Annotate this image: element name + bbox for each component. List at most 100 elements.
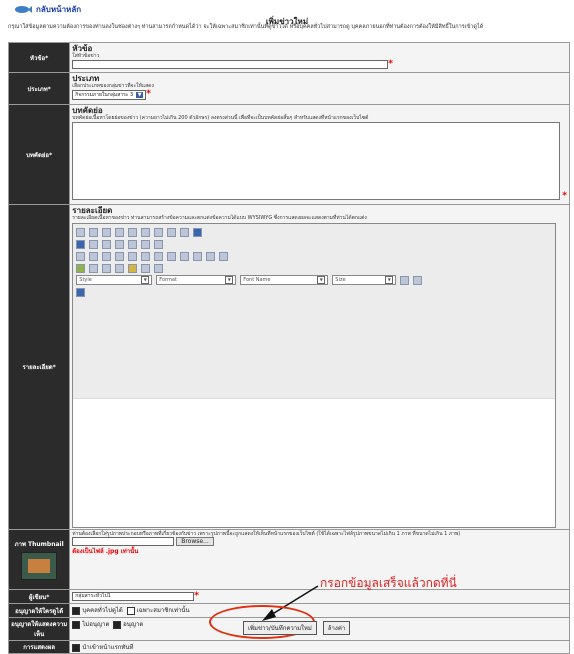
textfield-icon[interactable] <box>115 239 125 249</box>
text-color-icon[interactable] <box>400 275 410 285</box>
toolbar-row-4 <box>76 262 552 274</box>
comments-yes-radio[interactable] <box>113 620 122 629</box>
comments-no-radio[interactable] <box>72 620 81 629</box>
thumbnail-warning: ต้องเป็นไฟล์ .jpg เท่านั้น <box>72 548 139 555</box>
style-select[interactable]: Style ▼ <box>76 275 153 285</box>
chevron-down-icon: ▼ <box>385 276 394 284</box>
detail-title: รายละเอียด <box>72 206 113 215</box>
textarea-icon[interactable] <box>128 239 138 249</box>
paste-icon[interactable] <box>154 227 164 237</box>
editor-content-area[interactable] <box>73 399 556 527</box>
submit-button[interactable]: เพิ่มข่าว/บันทึกความใหม่ <box>243 621 317 635</box>
status-cell: นำเข้าหน้าแรกทันที <box>69 640 570 654</box>
author-row: ผู้เขียน* กลุ่มสาระทั่วไป1 * <box>7 589 570 604</box>
required-mark: * <box>146 89 151 99</box>
summary-label: บทคัดย่อ* <box>7 104 71 205</box>
size-select[interactable]: Size ▼ <box>332 275 397 285</box>
format-label: Format <box>159 277 177 283</box>
status-label: การแสดงผล <box>7 640 71 654</box>
summary-textarea[interactable] <box>72 122 561 200</box>
outdent-icon[interactable] <box>154 251 164 261</box>
category-title: ประเภท <box>72 74 100 83</box>
button-icon[interactable] <box>154 239 164 249</box>
font-select[interactable]: Font Name ▼ <box>240 275 329 285</box>
save-icon[interactable] <box>89 227 99 237</box>
category-row: ประเภท * ประเภท เลือกประเภทของกลุ่มข่าวที… <box>7 72 570 105</box>
align-right-icon[interactable] <box>206 251 216 261</box>
strike-icon[interactable] <box>115 251 125 261</box>
toolbar-row-2 <box>76 238 552 250</box>
copy-icon[interactable] <box>141 227 151 237</box>
radio-icon[interactable] <box>102 239 112 249</box>
form-icon[interactable] <box>76 239 86 249</box>
numbered-list-icon[interactable] <box>128 251 138 261</box>
bold-icon[interactable] <box>76 251 86 261</box>
public-option-label: บุคคลทั่วไปดูได้ <box>82 607 123 614</box>
subject-desc: ใส่หัวข้อข่าว <box>72 53 100 59</box>
chevron-down-icon: ▼ <box>225 276 234 284</box>
subject-cell: หัวข้อ ใส่หัวข้อข่าว * <box>69 42 570 73</box>
font-label: Font Name <box>243 277 271 283</box>
flash-icon[interactable] <box>89 263 99 273</box>
table-icon[interactable] <box>102 263 112 273</box>
redo-icon[interactable] <box>180 227 190 237</box>
comments-label: อนุญาตให้แสดงความเห็น <box>7 617 71 641</box>
format-select[interactable]: Format ▼ <box>156 275 237 285</box>
bg-color-icon[interactable] <box>413 275 423 285</box>
smiley-icon[interactable] <box>128 263 138 273</box>
maximize-icon[interactable] <box>76 287 86 297</box>
underline-icon[interactable] <box>102 251 112 261</box>
comments-yes-label: อนุญาต <box>123 621 144 628</box>
fish-icon <box>15 6 32 13</box>
checkbox-icon[interactable] <box>89 239 99 249</box>
new-page-icon[interactable] <box>102 227 112 237</box>
form-buttons: เพิ่มข่าว/บันทึกความใหม่ ล้างค่า <box>243 621 351 635</box>
summary-title: บทคัดย่อ <box>72 106 103 115</box>
member-radio[interactable] <box>126 606 135 615</box>
italic-icon[interactable] <box>89 251 99 261</box>
select-icon[interactable] <box>141 239 151 249</box>
bullet-list-icon[interactable] <box>141 251 151 261</box>
thumbnail-label-cell: ภาพ Thumbnail <box>7 529 71 590</box>
author-input[interactable]: กลุ่มสาระทั่วไป1 <box>72 591 195 601</box>
required-mark: * <box>388 59 393 69</box>
wysiwyg-editor[interactable]: Style ▼ Format ▼ Font Name ▼ Size ▼ <box>72 223 557 528</box>
public-radio[interactable] <box>72 606 81 615</box>
summary-cell: บทคัดย่อ บทคัดย่อเนื้อหาโดยย่อของข่าว (ค… <box>69 104 570 205</box>
thumbnail-file-input[interactable] <box>72 537 175 546</box>
subject-title: หัวข้อ <box>72 44 93 53</box>
news-form: หัวข้อ* หัวข้อ ใส่หัวข้อข่าว * ประเภท* ป… <box>7 42 570 654</box>
browse-button[interactable]: Browse... <box>176 537 214 546</box>
toolbar-row-3 <box>76 250 552 262</box>
category-cell: ประเภท เลือกประเภทของกลุ่มข่าวที่จะให้แส… <box>69 72 570 105</box>
member-option-label: เฉพาะสมาชิกเท่านั้น <box>136 607 190 614</box>
reset-button[interactable]: ล้างค่า <box>322 621 351 635</box>
thumbnail-label: ภาพ Thumbnail <box>14 541 64 548</box>
find-icon[interactable] <box>193 227 203 237</box>
cut-icon[interactable] <box>128 227 138 237</box>
image-icon[interactable] <box>76 263 86 273</box>
pagebreak-icon[interactable] <box>154 263 164 273</box>
indent-icon[interactable] <box>167 251 177 261</box>
category-select[interactable]: กิจกรรมภายในกลุ่มสาระ 3 ▼ <box>72 89 147 100</box>
rule-icon[interactable] <box>115 263 125 273</box>
chevron-down-icon[interactable]: ▼ <box>136 91 144 98</box>
link-icon[interactable] <box>219 251 229 261</box>
detail-label: รายละเอียด* <box>7 204 71 530</box>
toolbar-row-6 <box>76 286 552 298</box>
undo-icon[interactable] <box>167 227 177 237</box>
source-icon[interactable] <box>76 227 86 237</box>
preview-icon[interactable] <box>115 227 125 237</box>
toolbar-row-5: Style ▼ Format ▼ Font Name ▼ Size ▼ <box>76 274 552 286</box>
align-left-icon[interactable] <box>180 251 190 261</box>
subject-input[interactable] <box>72 59 389 69</box>
detail-desc: รายละเอียดเนื้อหาของข่าว ท่านสามารถสร้าง… <box>72 215 367 221</box>
subject-label: หัวข้อ* <box>7 42 71 73</box>
permission-label: อนุญาตให้ใครดูได้ <box>7 603 71 618</box>
align-center-icon[interactable] <box>193 251 203 261</box>
detail-row: รายละเอียด* รายละเอียด รายละเอียดเนื้อหา… <box>7 204 570 530</box>
subject-row: หัวข้อ* หัวข้อ ใส่หัวข้อข่าว * <box>7 42 570 73</box>
special-char-icon[interactable] <box>141 263 151 273</box>
status-option-label: นำเข้าหน้าแรกทันที <box>82 644 134 651</box>
status-checkbox[interactable] <box>72 643 81 652</box>
